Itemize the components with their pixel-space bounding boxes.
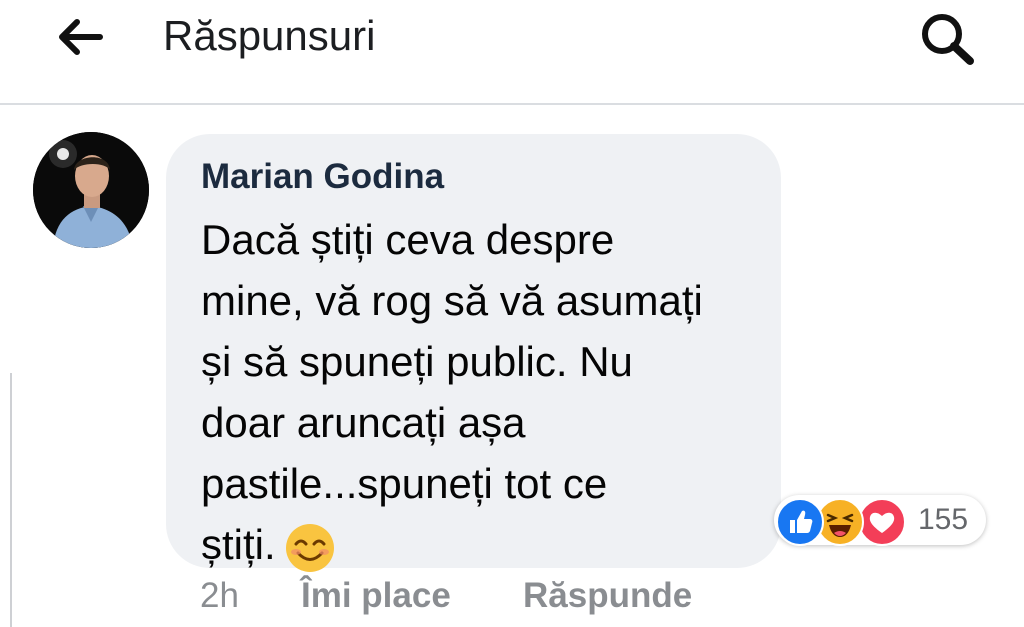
comment-timestamp[interactable]: 2h <box>200 576 239 616</box>
comment-line: Dacă știți ceva despre <box>201 216 615 263</box>
smiling-face-icon <box>285 523 334 572</box>
back-button[interactable] <box>50 14 106 60</box>
top-bar: Răspunsuri <box>0 0 1024 105</box>
comment-line: doar aruncați așa <box>201 399 526 446</box>
reaction-count: 155 <box>918 503 969 536</box>
comment-text: Dacă știți ceva despre mine, vă rog să v… <box>201 209 761 575</box>
like-button[interactable]: Îmi place <box>301 576 451 616</box>
comment-line: mine, vă rog să vă asumați <box>201 277 703 324</box>
like-icon <box>776 498 824 546</box>
avatar[interactable] <box>33 132 149 248</box>
comment-last-line: știți. <box>201 514 761 575</box>
profile-photo <box>33 132 149 248</box>
comment-line: știți. <box>201 521 276 568</box>
page-title: Răspunsuri <box>163 12 376 59</box>
comment-author[interactable]: Marian Godina <box>201 156 444 198</box>
comment-bubble[interactable]: Marian Godina Dacă știți ceva despre min… <box>166 134 781 572</box>
search-button[interactable] <box>914 10 980 66</box>
arrow-left-icon <box>59 19 103 55</box>
comment-line: și să spuneți public. Nu <box>201 338 633 385</box>
reactions-summary[interactable]: 155 <box>774 495 986 546</box>
reply-button[interactable]: Răspunde <box>523 576 692 616</box>
search-icon <box>922 14 974 65</box>
love-icon <box>858 498 906 546</box>
thread-connector-line <box>10 373 12 627</box>
comment-line: pastile...spuneți tot ce <box>201 460 608 507</box>
